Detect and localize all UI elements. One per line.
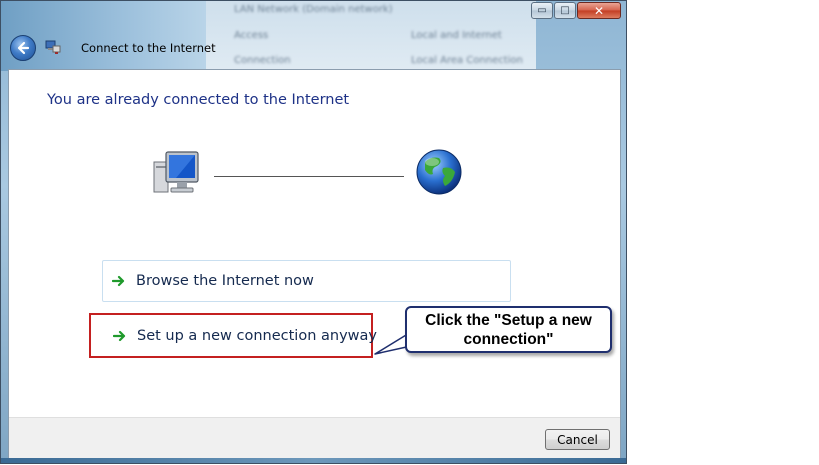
dialog-window: LAN Network (Domain network) Access Loca… <box>0 0 627 464</box>
globe-icon <box>416 149 462 195</box>
blurred-network-name: LAN Network (Domain network) <box>234 4 393 15</box>
cancel-button[interactable]: Cancel <box>545 429 610 450</box>
minimize-icon: ▭ <box>537 5 547 16</box>
green-arrow-icon <box>112 275 125 287</box>
setup-new-connection-option[interactable]: Set up a new connection anyway <box>89 313 377 358</box>
page-headline: You are already connected to the Interne… <box>47 92 350 108</box>
blurred-row2-value: Local Area Connection <box>411 55 523 66</box>
close-icon: ✕ <box>593 3 605 18</box>
window-bottom-border <box>1 458 626 463</box>
computer-icon <box>153 151 199 193</box>
connection-line <box>214 176 404 177</box>
button-bar: Cancel <box>9 417 620 458</box>
maximize-icon: □ <box>560 5 570 16</box>
wizard-content: You are already connected to the Interne… <box>8 69 621 458</box>
maximize-button[interactable]: □ <box>554 2 576 19</box>
setup-new-connection-label: Set up a new connection anyway <box>137 327 377 344</box>
back-arrow-icon <box>17 41 30 55</box>
blurred-row1-label: Access <box>234 30 269 41</box>
title-bar-glass <box>1 1 206 71</box>
window-title: Connect to the Internet <box>81 41 216 55</box>
back-button[interactable] <box>10 35 36 61</box>
blurred-row2-label: Connection <box>234 55 291 66</box>
background-window-blurred: LAN Network (Domain network) Access Loca… <box>206 1 536 71</box>
green-arrow-icon <box>113 330 126 341</box>
browse-internet-label: Browse the Internet now <box>136 273 314 289</box>
network-wizard-icon <box>45 40 61 54</box>
blurred-row1-value: Local and Internet <box>411 30 502 41</box>
close-button[interactable]: ✕ <box>577 2 621 19</box>
instruction-callout: Click the "Setup a new connection" <box>405 306 612 353</box>
minimize-button[interactable]: ▭ <box>531 2 553 19</box>
browse-internet-option[interactable]: Browse the Internet now <box>102 260 511 302</box>
